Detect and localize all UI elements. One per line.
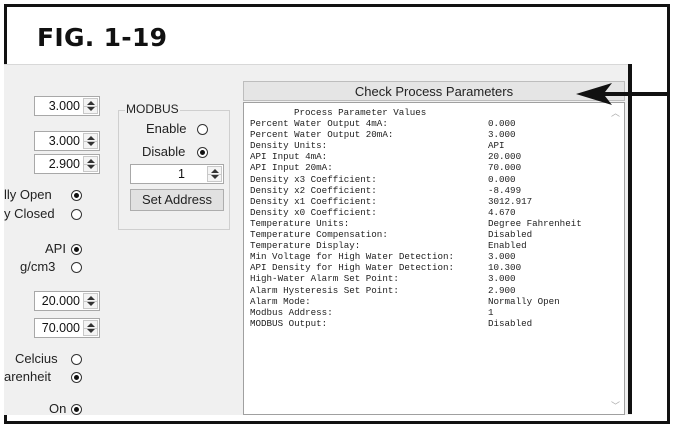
output-value: 2.900 bbox=[488, 284, 516, 296]
spinner-arrows-icon[interactable] bbox=[83, 133, 98, 149]
output-value: 0.000 bbox=[488, 118, 516, 129]
output-key: Density x2 Coefficient: bbox=[250, 184, 377, 196]
spinner-value: 2.900 bbox=[48, 157, 80, 171]
modbus-disable-label: Disable bbox=[142, 144, 186, 159]
output-key: Alarm Mode: bbox=[250, 295, 311, 307]
modbus-enable-radio[interactable] bbox=[197, 124, 208, 135]
process-parameter-output: Process Parameter Values Percent Water O… bbox=[243, 102, 625, 415]
output-value: Normally Open bbox=[488, 295, 560, 307]
spinner-arrows-icon[interactable] bbox=[83, 156, 98, 172]
output-key: Temperature Compensation: bbox=[250, 229, 388, 240]
output-value: API bbox=[488, 140, 505, 152]
hysteresis-spinner[interactable]: 2.900 bbox=[34, 154, 100, 174]
output-value: Enabled bbox=[488, 240, 527, 252]
output-key: Density x1 Coefficient: bbox=[250, 195, 377, 207]
alarm-mode-normally-open-radio[interactable] bbox=[71, 190, 82, 201]
output-value: 0.000 bbox=[488, 173, 516, 185]
output-key: Modbus Address: bbox=[250, 306, 333, 318]
modbus-enable-label: Enable bbox=[146, 121, 187, 136]
temp-units-fahrenheit-label: arenheit bbox=[4, 369, 51, 384]
spinner-arrows-icon[interactable] bbox=[83, 98, 98, 114]
output-key: API Input 20mA: bbox=[250, 162, 333, 174]
output-key: High-Water Alarm Set Point: bbox=[250, 273, 399, 285]
spinner-value: 20.000 bbox=[41, 294, 80, 308]
output-value: 1 bbox=[488, 306, 494, 318]
density-units-gcm3-label: g/cm3 bbox=[20, 259, 56, 274]
output-value: Degree Fahrenheit bbox=[488, 217, 582, 229]
check-process-parameters-button[interactable]: Check Process Parameters bbox=[243, 81, 625, 101]
output-key: Alarm Hysteresis Set Point: bbox=[250, 284, 399, 296]
set-address-button[interactable]: Set Address bbox=[130, 189, 224, 211]
output-key: Percent Water Output 4mA: bbox=[250, 118, 388, 129]
output-key: API Density for High Water Detection: bbox=[250, 262, 454, 274]
figure-title: FIG. 1-19 bbox=[37, 23, 168, 52]
output-value: 3.000 bbox=[488, 129, 516, 141]
output-value: 20.000 bbox=[488, 151, 522, 163]
modbus-address-spinner[interactable]: 1 bbox=[130, 164, 224, 184]
temp-units-celsius-radio[interactable] bbox=[71, 354, 82, 365]
density-units-gcm3-radio[interactable] bbox=[71, 262, 82, 273]
temp-units-celsius-label: Celcius bbox=[15, 351, 58, 366]
output-value: 70.000 bbox=[488, 162, 522, 174]
alarm-mode-normally-closed-label: y Closed bbox=[4, 206, 55, 221]
alarm-mode-normally-closed-radio[interactable] bbox=[71, 209, 82, 220]
density-units-api-label: API bbox=[45, 241, 66, 256]
spinner-arrows-icon[interactable] bbox=[83, 320, 98, 336]
output-header: Process Parameter Values bbox=[294, 107, 427, 118]
modbus-group-label: MODBUS bbox=[125, 102, 180, 116]
spinner-arrows-icon[interactable] bbox=[207, 166, 222, 182]
spinner-value: 70.000 bbox=[41, 321, 80, 335]
figure-right-border bbox=[628, 64, 632, 414]
temp-units-fahrenheit-radio[interactable] bbox=[71, 372, 82, 383]
api-input-20ma-spinner[interactable]: 70.000 bbox=[34, 318, 100, 338]
output-value: 4.670 bbox=[488, 206, 516, 218]
temp-display-on-radio[interactable] bbox=[71, 404, 82, 415]
spinner-arrows-icon[interactable] bbox=[83, 293, 98, 309]
output-key: MODBUS Output: bbox=[250, 317, 328, 329]
output-key: Temperature Display: bbox=[250, 240, 361, 252]
output-value: -8.499 bbox=[488, 184, 522, 196]
density-units-api-radio[interactable] bbox=[71, 244, 82, 255]
output-key: Density Units: bbox=[250, 140, 328, 152]
chevron-down-icon[interactable]: ﹀ bbox=[611, 399, 620, 412]
output-key: Temperature Units: bbox=[250, 217, 350, 229]
alarm-mode-normally-open-label: lly Open bbox=[4, 187, 52, 202]
output-value: Disabled bbox=[488, 229, 533, 240]
spinner-value: 1 bbox=[178, 167, 185, 181]
output-value: 10.300 bbox=[488, 262, 522, 274]
temp-display-on-label: On bbox=[49, 401, 67, 415]
output-value: 3012.917 bbox=[488, 195, 533, 207]
output-key: Min Voltage for High Water Detection: bbox=[250, 251, 454, 263]
output-value: Disabled bbox=[488, 317, 533, 329]
arrow-left-icon bbox=[576, 83, 668, 105]
api-input-4ma-spinner[interactable]: 20.000 bbox=[34, 291, 100, 311]
app-window: 3.000 3.000 2.900 lly Open y Closed API … bbox=[4, 64, 632, 415]
output-key: Percent Water Output 20mA: bbox=[250, 129, 394, 141]
output-value: 3.000 bbox=[488, 251, 516, 263]
output-value: 3.000 bbox=[488, 273, 516, 285]
output-key: API Input 4mA: bbox=[250, 151, 328, 163]
spinner-value: 3.000 bbox=[48, 99, 80, 113]
output-key: Density x0 Coefficient: bbox=[250, 206, 377, 218]
output-key: Density x3 Coefficient: bbox=[250, 173, 377, 185]
modbus-disable-radio[interactable] bbox=[197, 147, 208, 158]
alarm-set-point-spinner[interactable]: 3.000 bbox=[34, 131, 100, 151]
high-water-alarm-spinner[interactable]: 3.000 bbox=[34, 96, 100, 116]
spinner-value: 3.000 bbox=[48, 134, 80, 148]
